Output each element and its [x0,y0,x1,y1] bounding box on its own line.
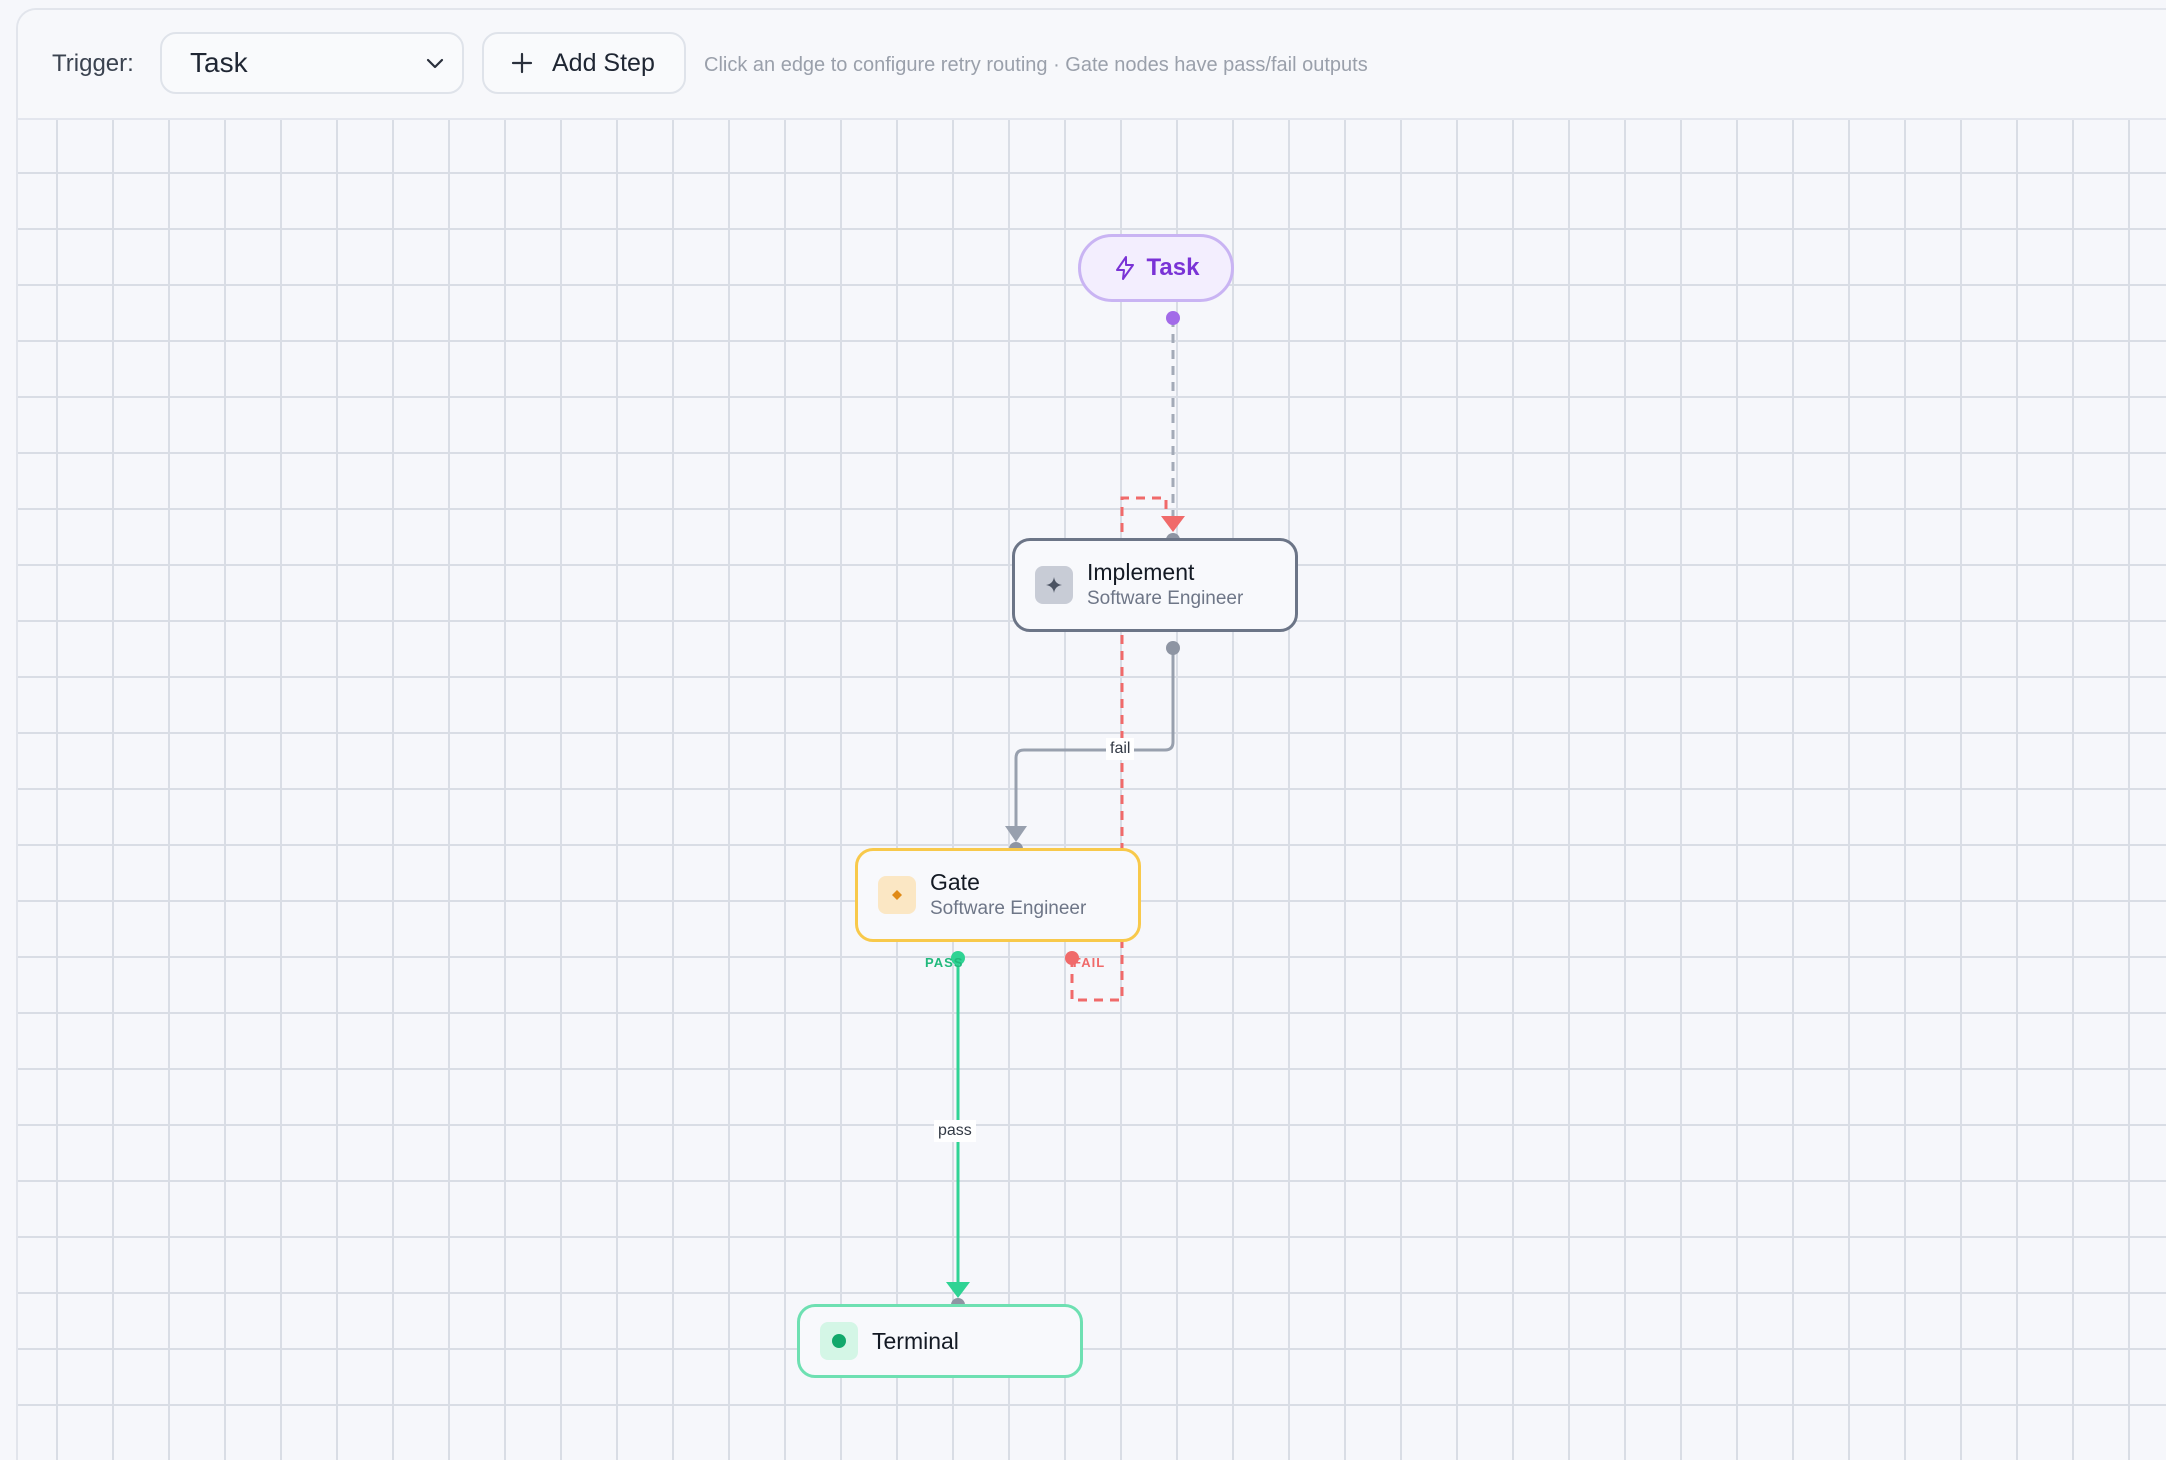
diamond-icon [878,876,916,914]
port-task-out[interactable] [1166,311,1180,325]
edge-implement-to-gate[interactable] [1014,648,1175,828]
gate-pass-port-label: PASS [925,955,964,970]
gate-node[interactable]: Gate Software Engineer [855,848,1141,942]
trigger-node-title: Task [1146,254,1200,281]
edges-layer [946,311,1185,1312]
terminal-node-title: Terminal [872,1328,959,1354]
edge-label-fail[interactable]: fail [1106,738,1135,760]
dot-icon [820,1322,858,1360]
lightning-bolt-icon [1115,256,1134,280]
gate-node-subtitle: Software Engineer [930,898,1087,919]
sparkle-icon [1035,566,1073,604]
trigger-node-task[interactable]: Task [1078,234,1234,302]
implement-node-subtitle: Software Engineer [1087,588,1244,609]
implement-node-title: Implement [1087,559,1195,585]
gate-node-title: Gate [930,869,980,895]
gate-fail-port-label: FAIL [1073,955,1106,970]
arrow-head-implement [1161,516,1185,532]
arrow-head-gate [1005,826,1027,842]
arrow-head-terminal [946,1282,970,1298]
terminal-node[interactable]: Terminal [797,1304,1083,1378]
port-implement-out[interactable] [1166,641,1180,655]
step-node-implement[interactable]: Implement Software Engineer [1012,538,1298,632]
edge-label-pass[interactable]: pass [934,1120,976,1142]
